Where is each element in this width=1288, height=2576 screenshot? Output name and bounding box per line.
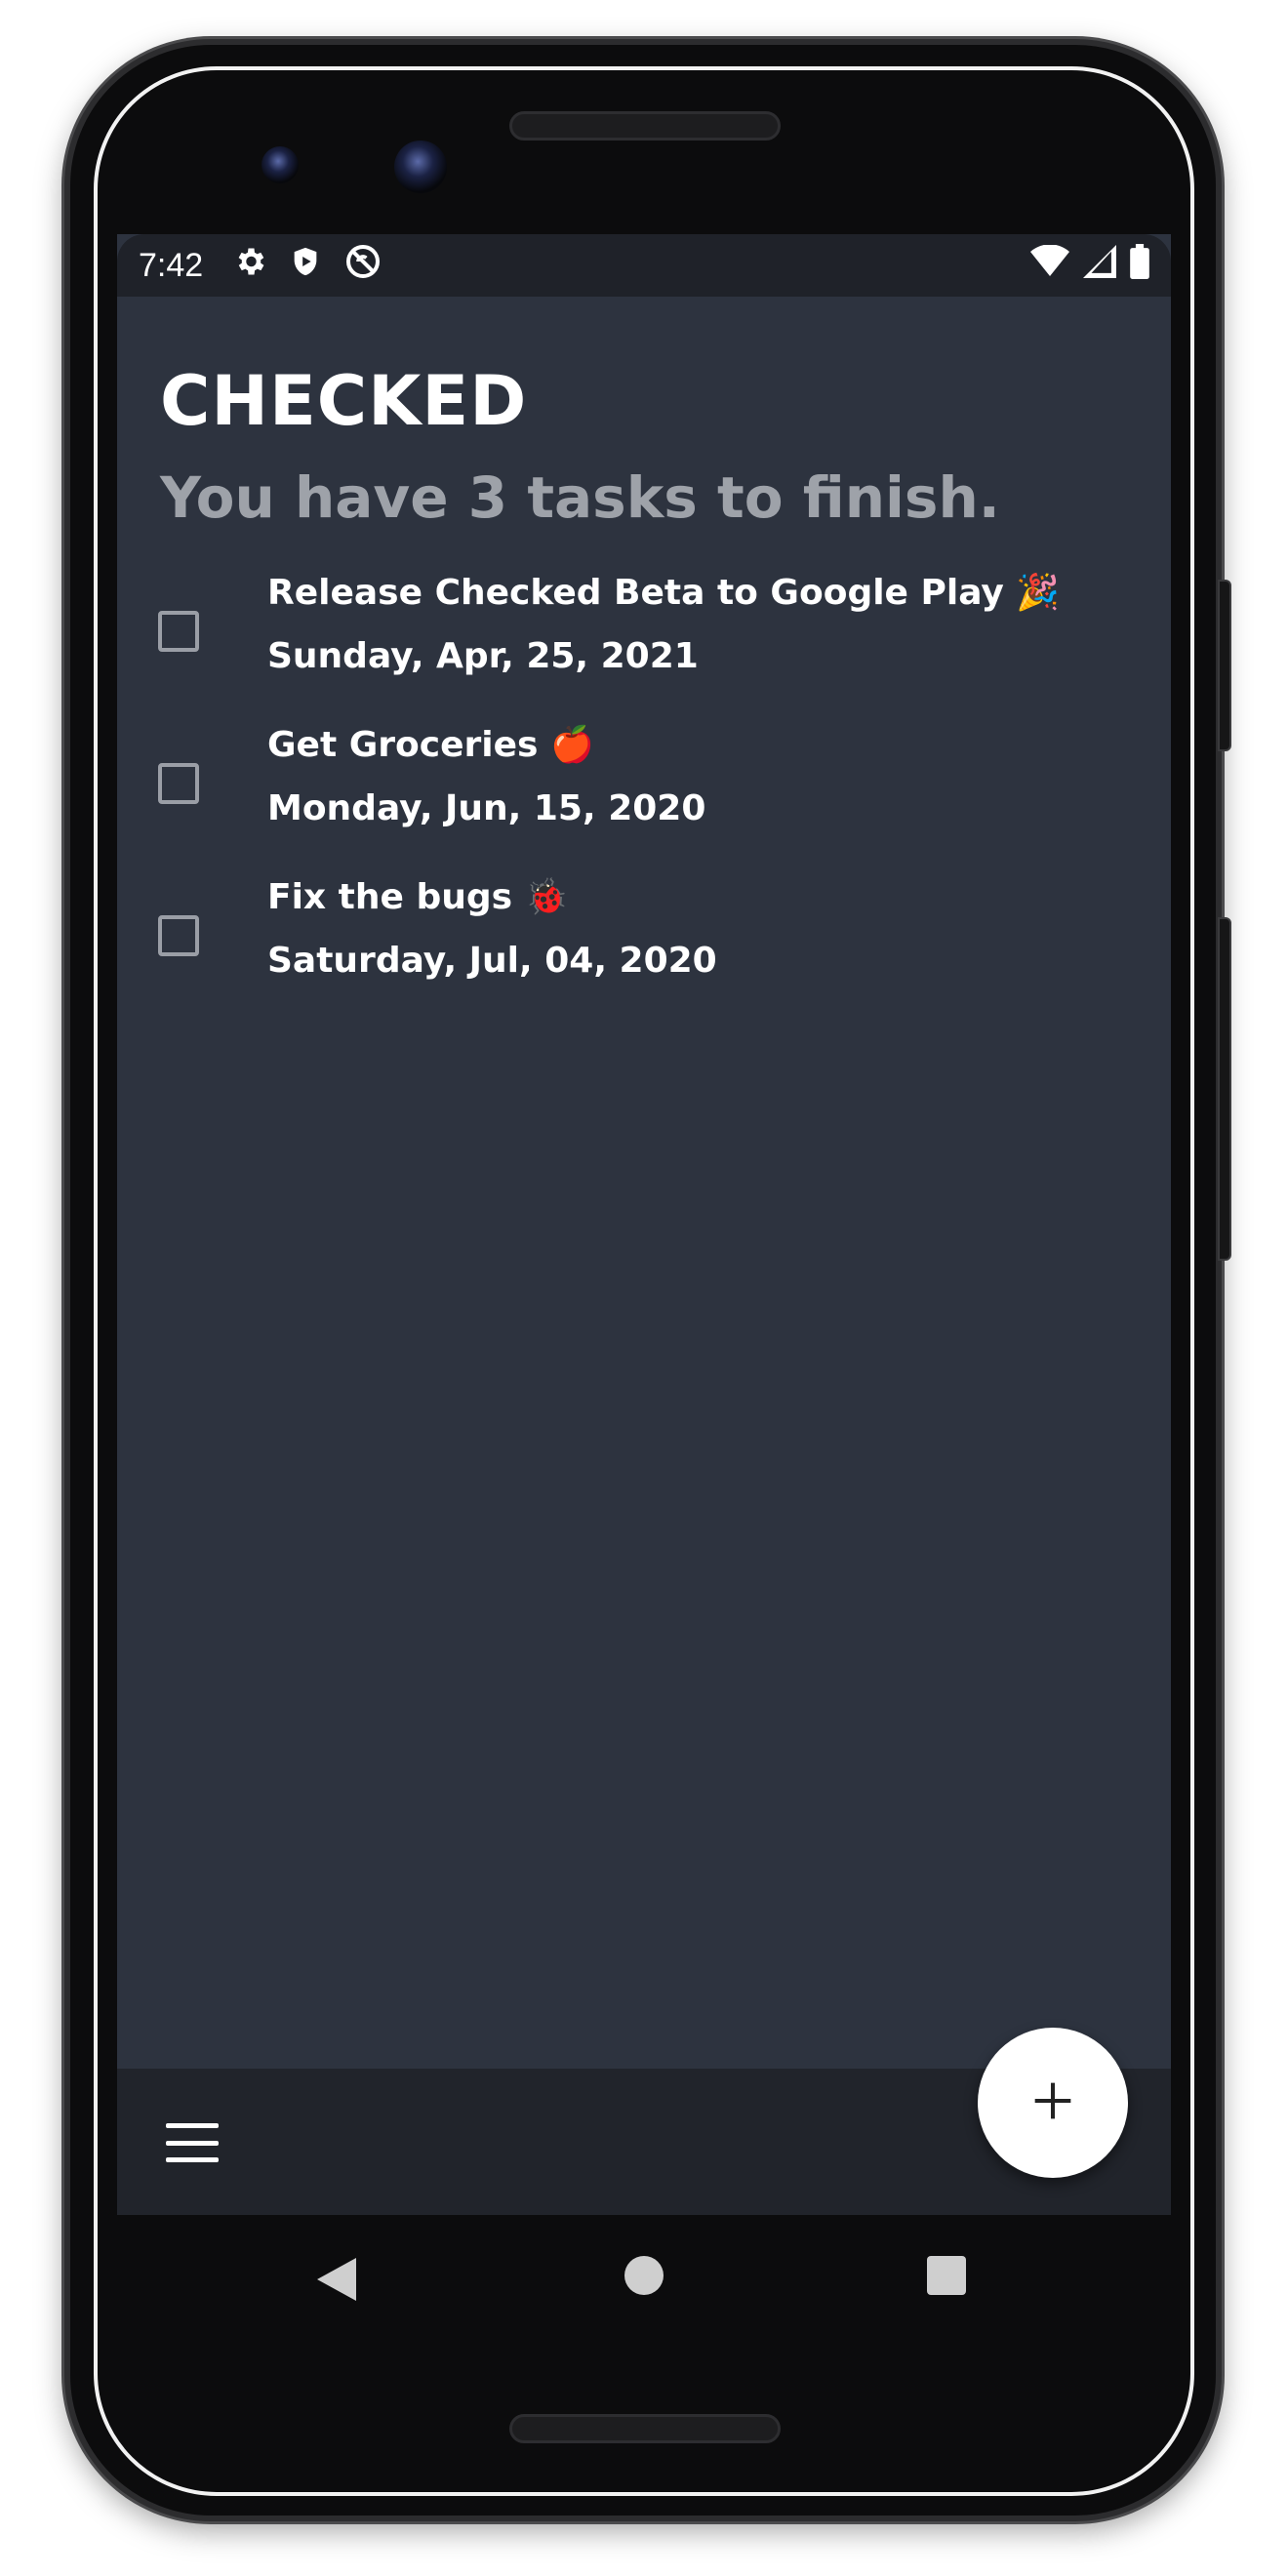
task-item[interactable]: Fix the bugs 🐞 Saturday, Jul, 04, 2020	[117, 876, 1171, 1028]
power-button	[1218, 580, 1231, 751]
system-navigation-bar	[117, 2215, 1171, 2342]
home-icon[interactable]	[624, 2256, 664, 2295]
task-date: Sunday, Apr, 25, 2021	[267, 636, 699, 676]
top-speaker	[509, 111, 781, 141]
task-list: Release Checked Beta to Google Play 🎉 Su…	[117, 572, 1171, 1028]
gear-icon	[232, 244, 267, 288]
add-task-button[interactable]	[978, 2028, 1128, 2178]
task-date: Saturday, Jul, 04, 2020	[267, 941, 717, 981]
cell-signal-icon	[1083, 244, 1116, 287]
bottom-speaker	[509, 2414, 781, 2443]
status-time: 7:42	[139, 246, 204, 284]
status-right-icons	[1030, 243, 1149, 288]
main-content: CHECKED You have 3 tasks to finish. Rele…	[117, 297, 1171, 2014]
task-title: Fix the bugs 🐞	[267, 877, 569, 917]
hamburger-menu-icon[interactable]	[166, 2123, 219, 2162]
tasks-remaining-subtitle: You have 3 tasks to finish.	[160, 464, 1000, 531]
recents-icon[interactable]	[927, 2256, 966, 2295]
task-checkbox[interactable]	[158, 611, 199, 652]
task-date: Monday, Jun, 15, 2020	[267, 788, 706, 828]
front-camera-icon	[262, 146, 299, 183]
no-sync-icon	[343, 242, 382, 290]
back-icon[interactable]	[316, 2258, 357, 2305]
plus-icon	[1031, 2079, 1074, 2126]
task-title: Release Checked Beta to Google Play 🎉	[267, 573, 1061, 613]
task-item[interactable]: Get Groceries 🍎 Monday, Jun, 15, 2020	[117, 724, 1171, 876]
app-title: CHECKED	[160, 361, 528, 441]
status-bar: 7:42	[117, 234, 1171, 297]
battery-icon	[1130, 243, 1149, 288]
task-title: Get Groceries 🍎	[267, 725, 594, 765]
task-checkbox[interactable]	[158, 915, 199, 956]
task-item[interactable]: Release Checked Beta to Google Play 🎉 Su…	[117, 572, 1171, 724]
phone-screen: 7:42 CHECKED You have 3 tasks to finish.	[117, 234, 1171, 2215]
front-camera-icon	[394, 141, 447, 193]
shield-icon	[289, 244, 322, 288]
task-checkbox[interactable]	[158, 763, 199, 804]
wifi-icon	[1030, 243, 1069, 287]
volume-button	[1218, 917, 1231, 1261]
